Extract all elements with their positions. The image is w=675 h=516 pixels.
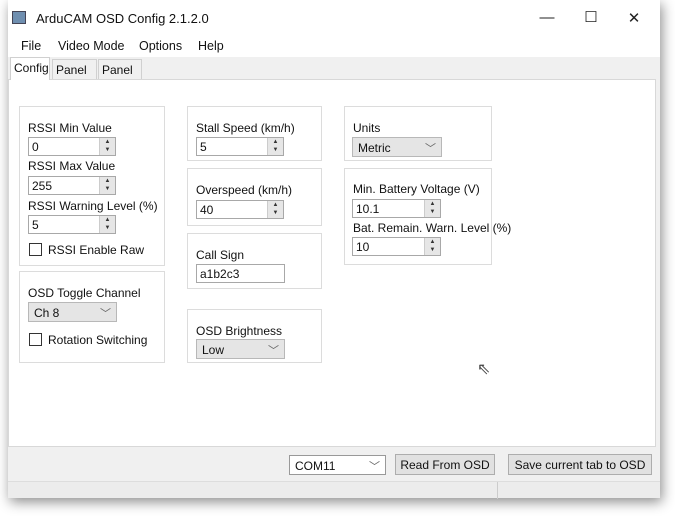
rssi-max-input[interactable]: 255 ▲ ▼ <box>28 176 116 195</box>
save-tab-to-osd-button[interactable]: Save current tab to OSD <box>508 454 652 475</box>
osd-toggle-value: Ch 8 <box>34 306 60 320</box>
battery-warn-value: 10 <box>356 240 370 254</box>
chevron-down-icon: ﹀ <box>369 461 380 473</box>
com-port-value: COM11 <box>295 459 336 473</box>
call-sign-label: Call Sign <box>196 248 245 262</box>
menu-help[interactable]: Help <box>198 39 224 53</box>
app-icon <box>12 11 26 24</box>
osd-brightness-label: OSD Brightness <box>196 324 283 338</box>
mouse-cursor-icon: ⇖ <box>477 361 491 378</box>
read-from-osd-button[interactable]: Read From OSD <box>395 454 495 475</box>
units-label: Units <box>353 121 381 135</box>
units-group: Units Metric ﹀ <box>344 106 492 161</box>
maximize-button[interactable]: ☐ <box>576 8 606 26</box>
battery-group: Min. Battery Voltage (V) 10.1 ▲ ▼ Bat. Rem… <box>344 168 511 265</box>
rssi-min-label: RSSI Min Value <box>28 121 112 135</box>
close-button[interactable]: ✕ <box>619 9 649 27</box>
chevron-down-icon: ﹀ <box>425 143 436 155</box>
osd-toggle-label: OSD Toggle Channel <box>28 286 141 300</box>
min-battery-label: Min. Battery Voltage (V) <box>353 182 480 196</box>
units-select[interactable]: Metric ﹀ <box>352 137 442 157</box>
battery-warn-label: Bat. Remain. Warn. Level (%) <box>353 221 512 235</box>
menu-bar: File Video Mode Options Help <box>8 35 660 57</box>
chevron-down-icon: ﹀ <box>100 308 111 320</box>
rssi-min-value: 0 <box>32 140 39 154</box>
battery-warn-input[interactable]: 10 ▲ ▼ <box>352 237 441 256</box>
rotation-switching-checkbox[interactable] <box>29 333 42 346</box>
spinner-arrows-icon[interactable]: ▲ ▼ <box>267 201 283 218</box>
stall-speed-label: Stall Speed (km/h) <box>196 121 295 135</box>
min-battery-value: 10.1 <box>356 202 380 216</box>
spinner-arrows-icon[interactable]: ▲ ▼ <box>267 138 283 155</box>
status-divider <box>497 482 498 499</box>
call-sign-input[interactable]: a1b2c3 <box>196 264 285 283</box>
tab-panel-1[interactable]: Panel 1 <box>52 59 97 91</box>
rssi-warn-label: RSSI Warning Level (%) <box>28 199 158 213</box>
spinner-arrows-icon[interactable]: ▲ ▼ <box>424 238 440 255</box>
stall-speed-group: Stall Speed (km/h) 5 ▲ ▼ <box>187 106 322 161</box>
title-bar: ArduCAM OSD Config 2.1.2.0 — ☐ ✕ <box>8 0 660 35</box>
overspeed-input[interactable]: 40 ▲ ▼ <box>196 200 284 219</box>
menu-options[interactable]: Options <box>139 39 182 53</box>
menu-video-mode[interactable]: Video Mode <box>58 39 125 53</box>
rotation-switching-label: Rotation Switching <box>48 333 148 347</box>
spinner-arrows-icon[interactable]: ▲ ▼ <box>99 138 115 155</box>
call-sign-value: a1b2c3 <box>200 267 240 281</box>
overspeed-group: Overspeed (km/h) 40 ▲ ▼ <box>187 168 322 226</box>
min-battery-input[interactable]: 10.1 ▲ ▼ <box>352 199 441 218</box>
rssi-enable-raw-checkbox[interactable] <box>29 243 42 256</box>
spinner-arrows-icon[interactable]: ▲ ▼ <box>424 200 440 217</box>
spinner-arrows-icon[interactable]: ▲ ▼ <box>99 177 115 194</box>
osd-toggle-select[interactable]: Ch 8 ﹀ <box>28 302 117 322</box>
rssi-warn-input[interactable]: 5 ▲ ▼ <box>28 215 116 234</box>
tab-panel-2[interactable]: Panel 2 <box>98 59 142 91</box>
stall-speed-input[interactable]: 5 ▲ ▼ <box>196 137 284 156</box>
status-bar <box>8 481 660 499</box>
config-tab-panel: RSSI Min Value 0 ▲ ▼ RSSI Max Value 255 ▲ ▼ … <box>8 79 656 447</box>
stall-speed-value: 5 <box>200 140 207 154</box>
app-window: ArduCAM OSD Config 2.1.2.0 — ☐ ✕ File Vi… <box>8 0 660 499</box>
rssi-warn-value: 5 <box>32 218 39 232</box>
rssi-max-value: 255 <box>32 179 53 193</box>
menu-file[interactable]: File <box>21 39 41 53</box>
minimize-button[interactable]: — <box>532 9 562 26</box>
osd-brightness-select[interactable]: Low ﹀ <box>196 339 285 359</box>
window-title: ArduCAM OSD Config 2.1.2.0 <box>36 11 209 26</box>
spinner-arrows-icon[interactable]: ▲ ▼ <box>99 216 115 233</box>
tab-config[interactable]: Config <box>10 57 50 80</box>
osd-brightness-value: Low <box>202 343 225 357</box>
com-port-select[interactable]: COM11 ﹀ <box>289 455 386 475</box>
call-sign-group: Call Sign a1b2c3 <box>187 233 322 289</box>
rssi-group: RSSI Min Value 0 ▲ ▼ RSSI Max Value 255 ▲ ▼ … <box>19 106 165 266</box>
overspeed-value: 40 <box>200 203 214 217</box>
chevron-down-icon: ﹀ <box>268 345 279 357</box>
units-value: Metric <box>358 141 391 155</box>
osd-brightness-group: OSD Brightness Low ﹀ <box>187 309 322 363</box>
rssi-min-input[interactable]: 0 ▲ ▼ <box>28 137 116 156</box>
rssi-max-label: RSSI Max Value <box>28 159 116 173</box>
rssi-enable-raw-label: RSSI Enable Raw <box>48 243 145 257</box>
overspeed-label: Overspeed (km/h) <box>196 183 293 197</box>
osd-toggle-group: OSD Toggle Channel Ch 8 ﹀ Rotation Switch… <box>19 271 165 363</box>
